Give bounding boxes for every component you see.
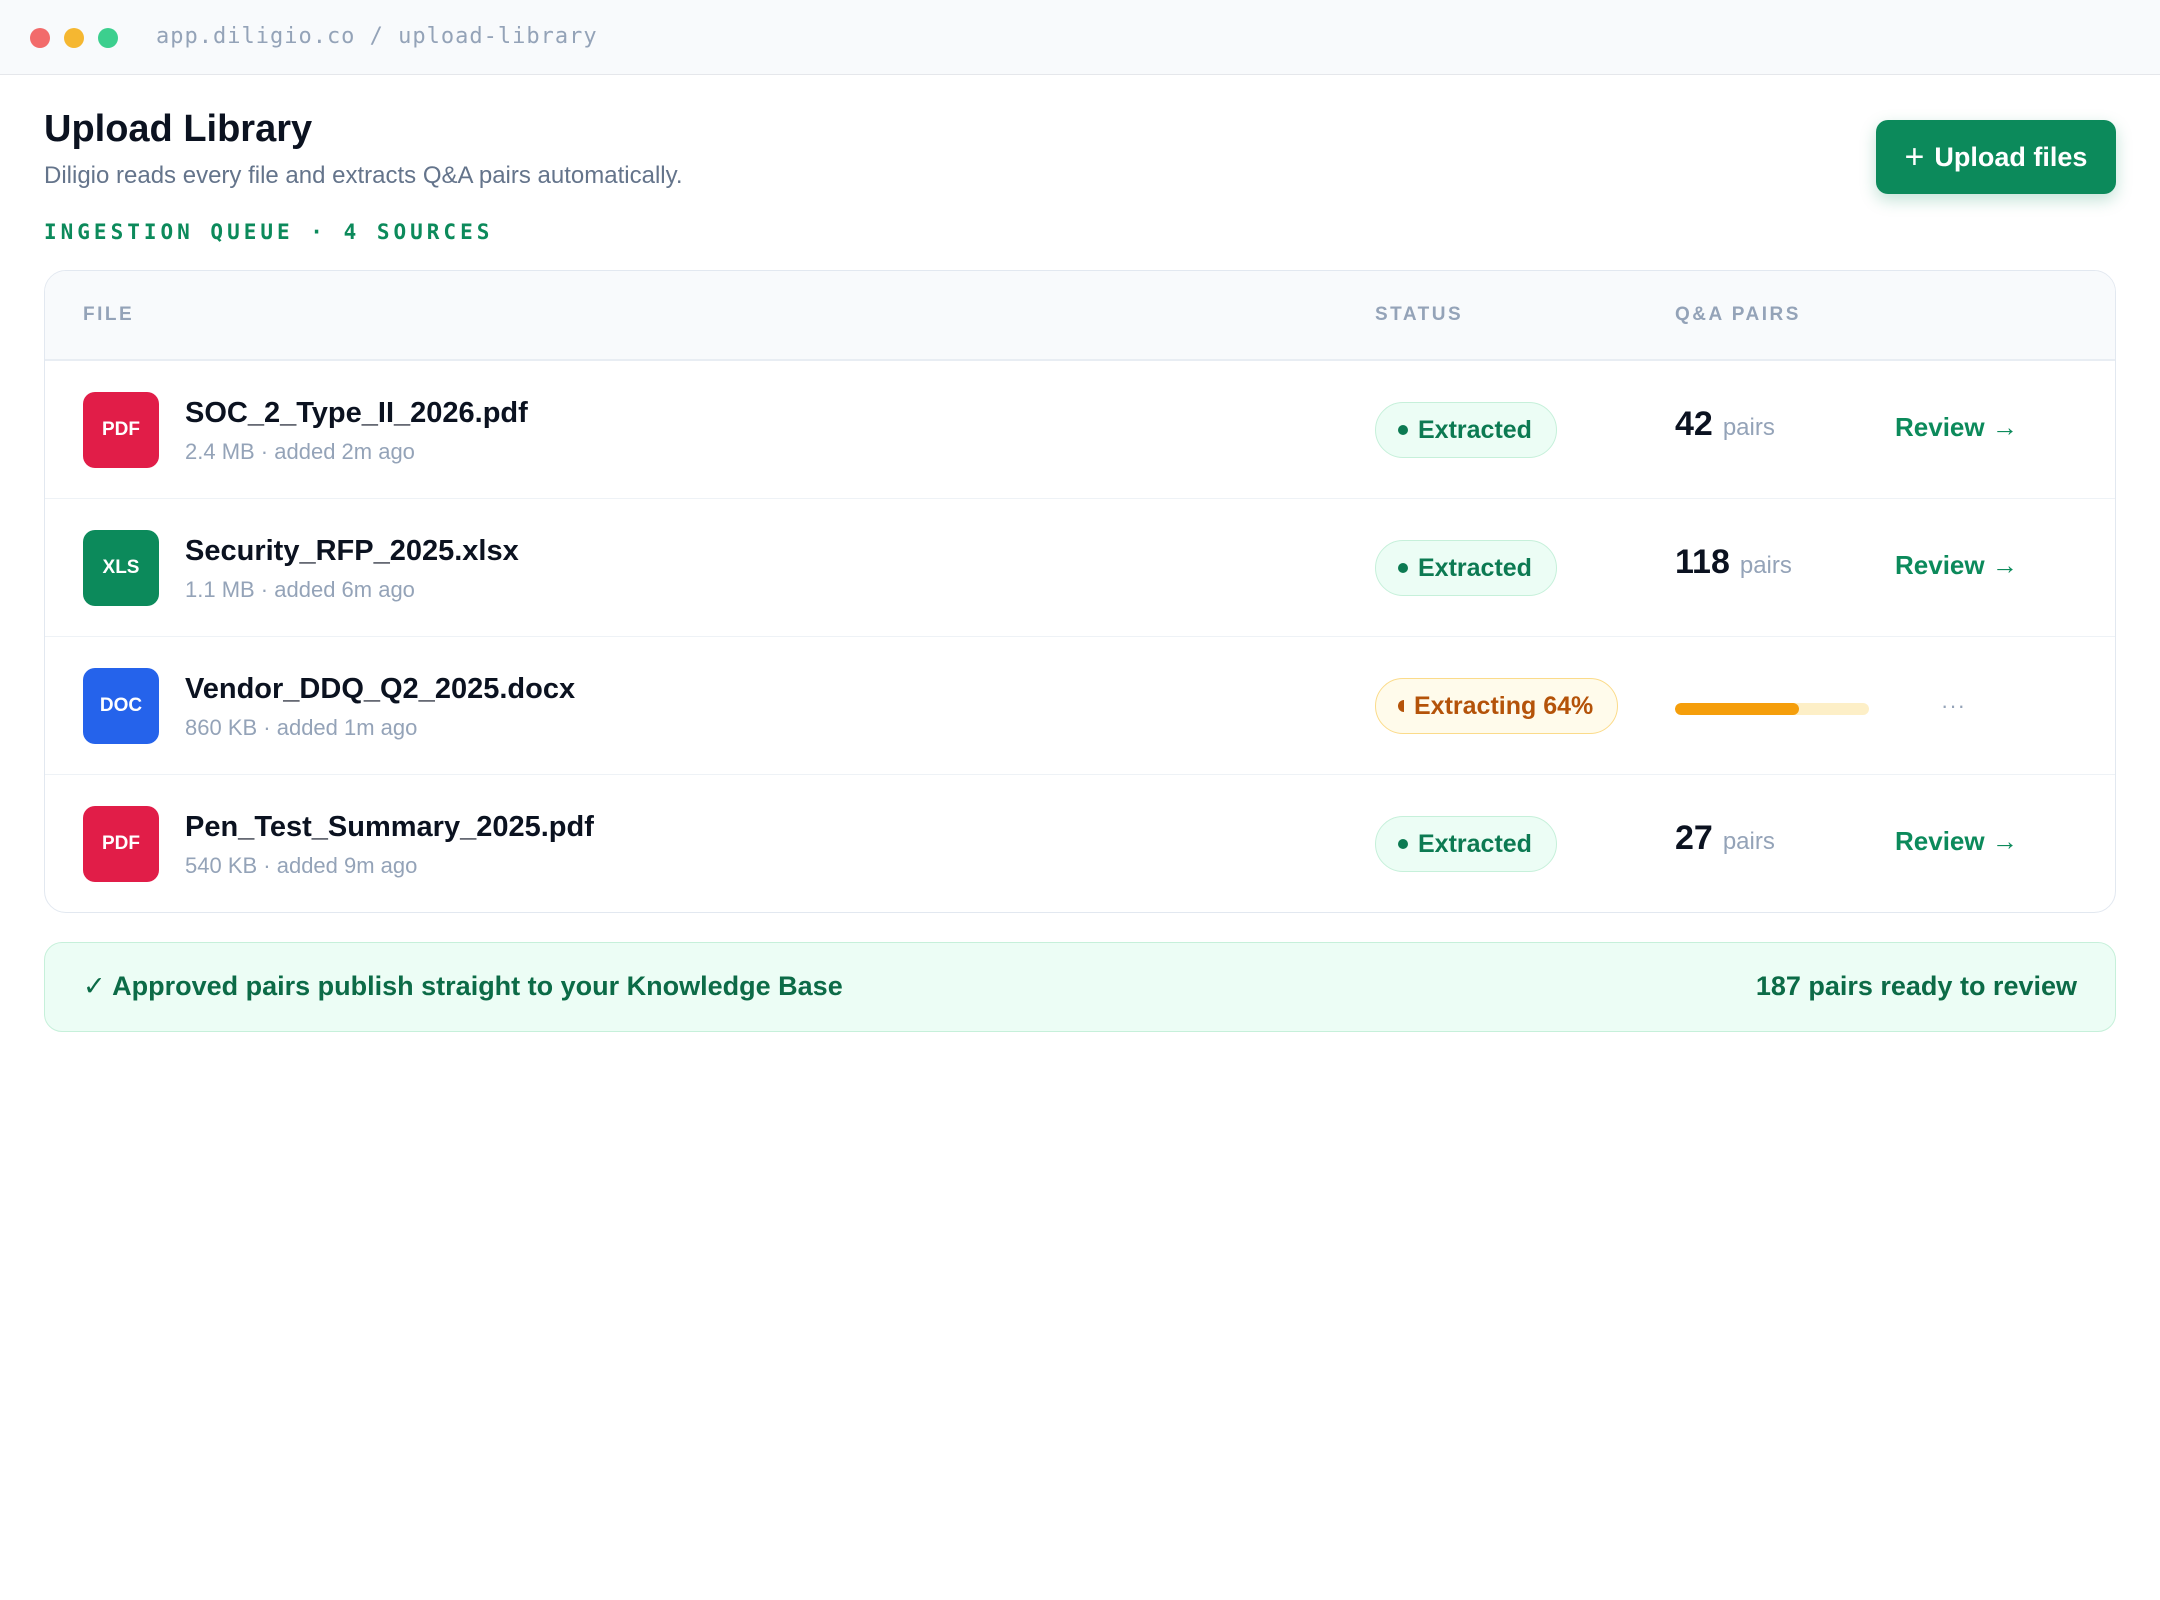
spinner-icon [1398, 700, 1404, 712]
banner-message: ✓ Approved pairs publish straight to you… [83, 971, 843, 1001]
status-badge: Extracted [1375, 402, 1557, 458]
maximize-window-button[interactable] [98, 28, 118, 48]
status-label: Extracted [1418, 829, 1532, 858]
page-title: Upload Library [44, 108, 313, 150]
pair-count: 27 pairs [1675, 819, 1775, 858]
column-header-status: STATUS [1375, 304, 1464, 325]
status-badge: Extracting 64% [1375, 678, 1619, 734]
status-label: Extracted [1418, 415, 1532, 444]
column-header-qa-pairs: Q&A PAIRS [1675, 304, 1801, 325]
file-name[interactable]: Pen_Test_Summary_2025.pdf [185, 811, 594, 844]
ready-to-review-summary[interactable]: 187 pairs ready to review [1756, 971, 2077, 1002]
pdf-file-icon: PDF [83, 392, 159, 468]
review-link[interactable]: Review → [1895, 412, 2018, 443]
file-meta: 860 KB · added 1m ago [185, 715, 418, 740]
plus-icon: + [1904, 138, 1925, 176]
file-meta: 1.1 MB · added 6m ago [185, 577, 415, 602]
ingestion-table: FILE STATUS Q&A PAIRS PDF SOC_2_Type_II_… [44, 270, 2116, 913]
file-name[interactable]: Security_RFP_2025.xlsx [185, 535, 519, 568]
status-badge: Extracted [1375, 540, 1557, 596]
pair-count-unit: pairs [1739, 552, 1792, 579]
file-name[interactable]: Vendor_DDQ_Q2_2025.docx [185, 673, 575, 706]
extraction-progress-fill [1675, 703, 1800, 715]
close-window-button[interactable] [30, 28, 50, 48]
table-row[interactable]: DOC Vendor_DDQ_Q2_2025.docx 860 KB · add… [45, 637, 2115, 775]
table-header: FILE STATUS Q&A PAIRS [45, 271, 2115, 361]
pair-count-unit: pairs [1722, 828, 1775, 855]
status-label: Extracting 64% [1414, 691, 1594, 720]
status-badge: Extracted [1375, 816, 1557, 872]
column-header-file: FILE [83, 304, 135, 325]
pending-ellipsis-icon: ··· [1941, 693, 1966, 718]
status-dot-icon [1398, 839, 1408, 849]
pair-count-value: 118 [1675, 543, 1730, 581]
file-meta: 540 KB · added 9m ago [185, 853, 418, 878]
doc-file-icon: DOC [83, 668, 159, 744]
pair-count-unit: pairs [1722, 414, 1775, 441]
minimize-window-button[interactable] [64, 28, 84, 48]
status-dot-icon [1398, 563, 1408, 573]
status-label: Extracted [1418, 553, 1532, 582]
file-meta: 2.4 MB · added 2m ago [185, 439, 415, 464]
table-row[interactable]: PDF SOC_2_Type_II_2026.pdf 2.4 MB · adde… [45, 361, 2115, 499]
pair-count-value: 42 [1675, 405, 1713, 443]
pair-count: 42 pairs [1675, 405, 1775, 444]
page-subtitle: Diligio reads every file and extracts Q&… [44, 162, 683, 189]
xls-file-icon: XLS [83, 530, 159, 606]
address-bar[interactable]: app.diligio.co / upload-library [156, 24, 598, 49]
extraction-progress-bar [1675, 703, 1869, 715]
file-name[interactable]: SOC_2_Type_II_2026.pdf [185, 397, 528, 430]
table-row[interactable]: XLS Security_RFP_2025.xlsx 1.1 MB · adde… [45, 499, 2115, 637]
upload-files-button[interactable]: + Upload files [1876, 120, 2116, 194]
review-link[interactable]: Review → [1895, 826, 2018, 857]
browser-chrome: app.diligio.co / upload-library [0, 0, 2160, 75]
status-dot-icon [1398, 425, 1408, 435]
upload-files-label: Upload files [1934, 141, 2088, 172]
pair-count-value: 27 [1675, 819, 1713, 857]
pdf-file-icon: PDF [83, 806, 159, 882]
ingestion-queue-label: INGESTION QUEUE · 4 SOURCES [44, 220, 494, 244]
knowledge-base-banner: ✓ Approved pairs publish straight to you… [44, 942, 2116, 1032]
review-link[interactable]: Review → [1895, 550, 2018, 581]
table-row[interactable]: PDF Pen_Test_Summary_2025.pdf 540 KB · a… [45, 775, 2115, 912]
pair-count: 118 pairs [1675, 543, 1792, 582]
